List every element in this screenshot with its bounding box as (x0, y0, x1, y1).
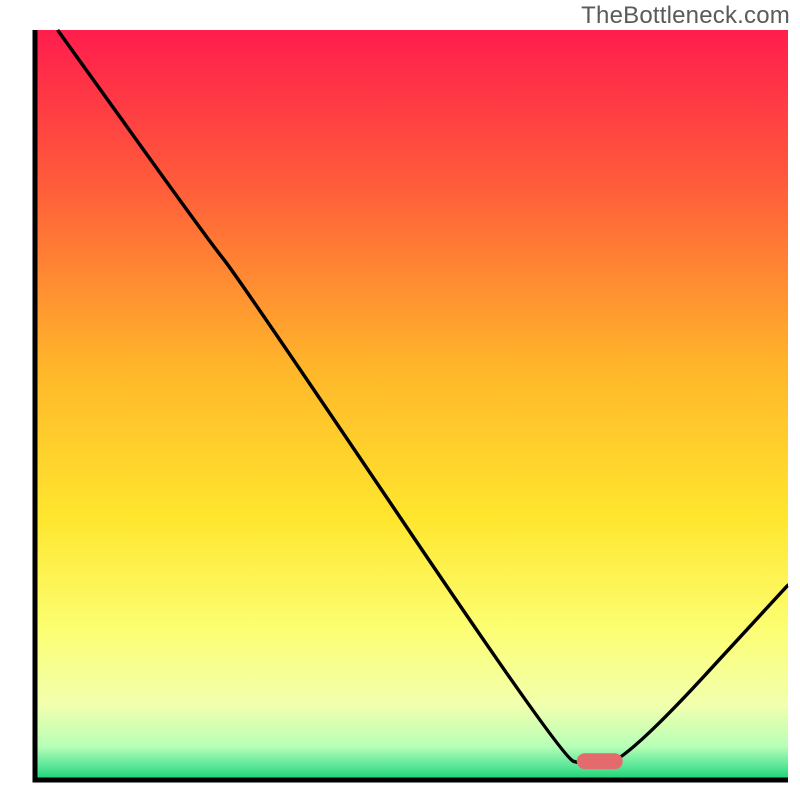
bottleneck-chart (0, 0, 800, 800)
chart-container: { "watermark": "TheBottleneck.com", "cha… (0, 0, 800, 800)
optimal-marker (577, 753, 623, 769)
plot-background (35, 30, 788, 780)
watermark-text: TheBottleneck.com (581, 2, 790, 30)
